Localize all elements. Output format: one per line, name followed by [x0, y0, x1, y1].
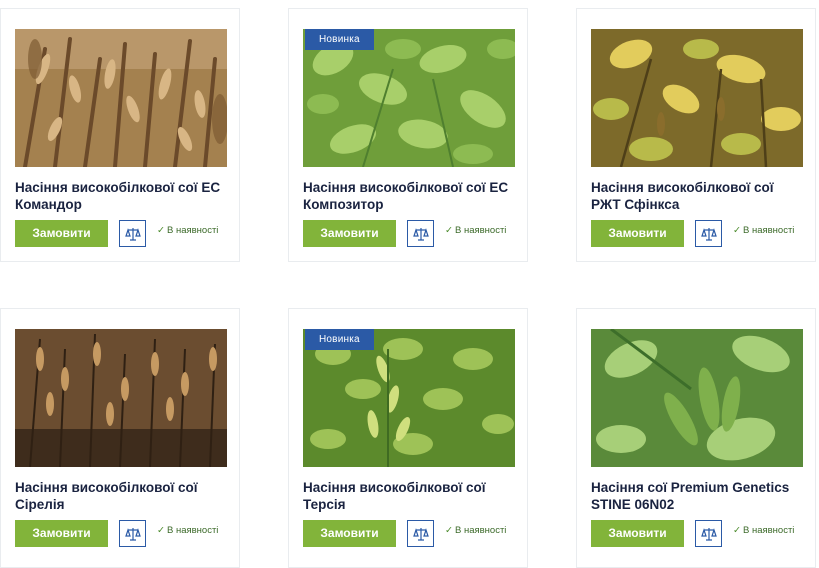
order-button[interactable]: Замовити [303, 520, 396, 547]
compare-button[interactable] [119, 220, 146, 247]
new-badge: Новинка [305, 29, 374, 50]
compare-button[interactable] [695, 520, 722, 547]
order-button[interactable]: Замовити [15, 220, 108, 247]
product-title[interactable]: Насіння високобілкової сої ЕС Композитор [303, 179, 523, 213]
stock-status: ✓ В наявності [157, 225, 219, 236]
check-icon: ✓ [445, 225, 453, 236]
product-image[interactable] [15, 29, 227, 167]
product-title[interactable]: Насіння сої Premium Genetics STINE 06N02 [591, 479, 811, 513]
compare-button[interactable] [119, 520, 146, 547]
stock-status: ✓ В наявності [445, 225, 507, 236]
soy-yellowing-plants-image [591, 29, 803, 167]
compare-button[interactable] [407, 220, 434, 247]
soy-dry-field-image [15, 329, 227, 467]
product-title[interactable]: Насіння високобілкової сої Терсія [303, 479, 523, 513]
scales-icon [700, 227, 717, 241]
product-image[interactable] [591, 329, 803, 467]
scales-icon [412, 227, 429, 241]
check-icon: ✓ [157, 225, 165, 236]
check-icon: ✓ [445, 525, 453, 536]
soy-dry-pods-image [15, 29, 227, 167]
order-button[interactable]: Замовити [303, 220, 396, 247]
stock-status: ✓ В наявності [733, 225, 795, 236]
scales-icon [412, 527, 429, 541]
product-card: Новинка Насіння високобілкової сої ЕС Ко… [288, 8, 528, 262]
product-title[interactable]: Насіння високобілкової сої РЖТ Сфінкса [591, 179, 811, 213]
check-icon: ✓ [733, 225, 741, 236]
product-title[interactable]: Насіння високобілкової сої ЕС Командор [15, 179, 235, 213]
stock-status: ✓ В наявності [733, 525, 795, 536]
compare-button[interactable] [695, 220, 722, 247]
product-title[interactable]: Насіння високобілкової сої Сірелія [15, 479, 235, 513]
order-button[interactable]: Замовити [15, 520, 108, 547]
compare-button[interactable] [407, 520, 434, 547]
order-button[interactable]: Замовити [591, 520, 684, 547]
product-card: Новинка Насіння високобілкової сої Терсі… [288, 308, 528, 568]
product-image[interactable] [15, 329, 227, 467]
scales-icon [124, 527, 141, 541]
check-icon: ✓ [733, 525, 741, 536]
soy-green-pods-closeup-image [591, 329, 803, 467]
new-badge: Новинка [305, 329, 374, 350]
product-card: Насіння високобілкової сої РЖТ Сфінкса З… [576, 8, 816, 262]
stock-status: ✓ В наявності [157, 525, 219, 536]
stock-status: ✓ В наявності [445, 525, 507, 536]
product-card: Насіння високобілкової сої ЕС Командор З… [0, 8, 240, 262]
product-image[interactable] [591, 29, 803, 167]
order-button[interactable]: Замовити [591, 220, 684, 247]
scales-icon [124, 227, 141, 241]
product-card: Насіння сої Premium Genetics STINE 06N02… [576, 308, 816, 568]
check-icon: ✓ [157, 525, 165, 536]
product-card: Насіння високобілкової сої Сірелія Замов… [0, 308, 240, 568]
scales-icon [700, 527, 717, 541]
